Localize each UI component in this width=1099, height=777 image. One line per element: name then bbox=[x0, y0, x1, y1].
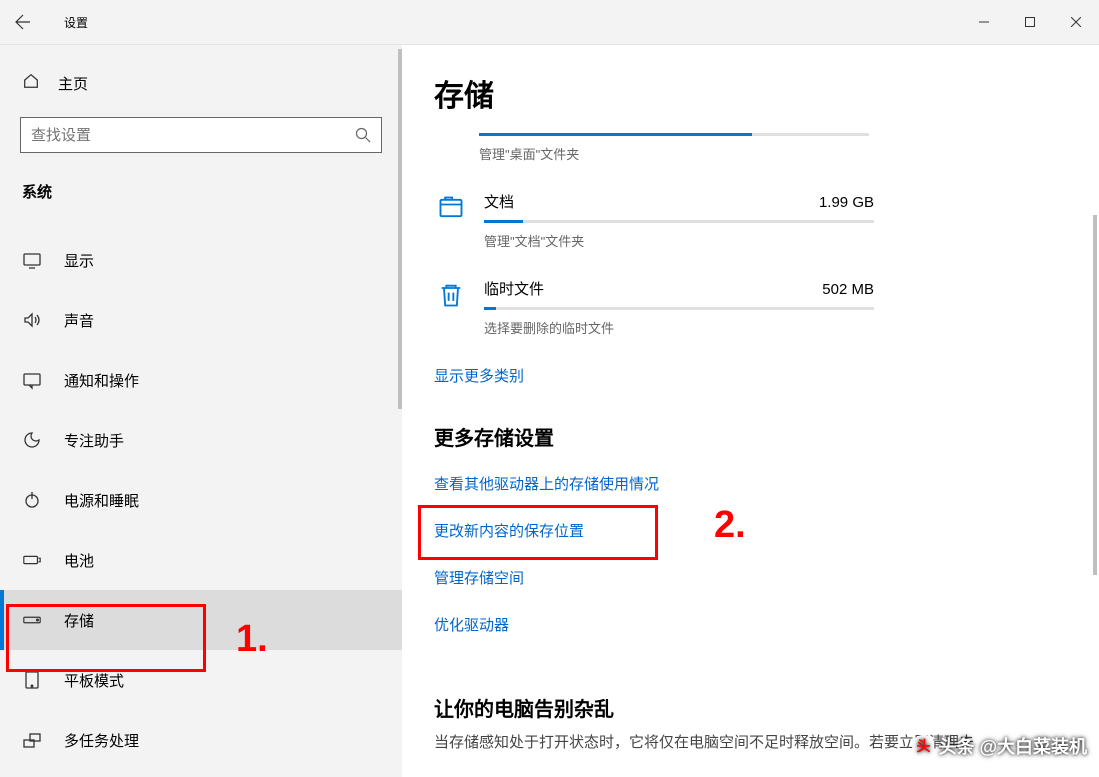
window-title: 设置 bbox=[64, 14, 88, 31]
page-title: 存储 bbox=[434, 71, 1099, 115]
content-scroll-thumb[interactable] bbox=[1093, 215, 1097, 575]
sidebar-item-display[interactable]: 显示 bbox=[0, 230, 402, 290]
sidebar-group-header: 系统 bbox=[0, 171, 402, 216]
watermark: 头 头条 @大白菜装机 bbox=[912, 733, 1087, 759]
more-storage-heading: 更多存储设置 bbox=[434, 422, 1099, 451]
sound-icon bbox=[22, 310, 42, 330]
multitask-icon bbox=[22, 730, 42, 750]
sidebar-item-label: 专注助手 bbox=[64, 430, 124, 451]
sidebar-item-label: 声音 bbox=[64, 310, 94, 331]
sidebar-nav: 显示 声音 通知和操作 bbox=[0, 216, 402, 770]
sidebar-home[interactable]: 主页 bbox=[0, 55, 402, 111]
search-field[interactable] bbox=[31, 127, 355, 144]
sidebar-home-label: 主页 bbox=[58, 73, 88, 94]
sidebar-item-storage[interactable]: 存储 bbox=[0, 590, 402, 650]
sidebar-item-label: 通知和操作 bbox=[64, 370, 139, 391]
notify-icon bbox=[22, 370, 42, 390]
search-input[interactable] bbox=[20, 117, 382, 153]
annotation-label-1: 1. bbox=[236, 618, 268, 661]
storage-item-temp[interactable]: 临时文件 502 MB 选择要删除的临时文件 bbox=[434, 278, 1099, 337]
focus-icon bbox=[22, 430, 42, 450]
close-button[interactable] bbox=[1053, 6, 1099, 38]
battery-icon bbox=[22, 550, 42, 570]
sidebar-item-tablet[interactable]: 平板模式 bbox=[0, 650, 402, 710]
storage-name: 临时文件 bbox=[484, 278, 544, 299]
maximize-button[interactable] bbox=[1007, 6, 1053, 38]
sidebar-item-focus[interactable]: 专注助手 bbox=[0, 410, 402, 470]
minimize-button[interactable] bbox=[961, 6, 1007, 38]
home-icon bbox=[22, 72, 40, 94]
search-icon bbox=[355, 127, 371, 143]
sidebar-item-label: 多任务处理 bbox=[64, 730, 139, 751]
sidebar-item-sound[interactable]: 声音 bbox=[0, 290, 402, 350]
declutter-heading: 让你的电脑告别杂乱 bbox=[434, 693, 1099, 722]
storage-desc: 管理"桌面"文件夹 bbox=[479, 144, 979, 163]
watermark-text: 头条 @大白菜装机 bbox=[938, 733, 1087, 759]
sidebar-item-power[interactable]: 电源和睡眠 bbox=[0, 470, 402, 530]
sidebar-item-notifications[interactable]: 通知和操作 bbox=[0, 350, 402, 410]
storage-desc: 选择要删除的临时文件 bbox=[484, 318, 984, 337]
tablet-icon bbox=[22, 670, 42, 690]
annotation-label-2: 2. bbox=[714, 504, 746, 547]
sidebar-item-label: 平板模式 bbox=[64, 670, 124, 691]
storage-item-desktop[interactable]: 管理"桌面"文件夹 bbox=[479, 125, 1099, 163]
storage-name: 文档 bbox=[484, 191, 514, 212]
trash-icon bbox=[434, 278, 468, 312]
back-button[interactable] bbox=[0, 0, 46, 45]
sidebar: 主页 系统 显示 bbox=[0, 45, 402, 777]
sidebar-item-label: 电池 bbox=[64, 550, 94, 571]
sidebar-item-label: 存储 bbox=[64, 610, 94, 631]
link-other-drives[interactable]: 查看其他驱动器上的存储使用情况 bbox=[434, 473, 1099, 494]
sidebar-item-multitask[interactable]: 多任务处理 bbox=[0, 710, 402, 770]
storage-icon bbox=[22, 610, 42, 630]
content-area: 存储 管理"桌面"文件夹 文档 1.99 GB 管理"文档"文件夹 bbox=[402, 45, 1099, 777]
sidebar-item-label: 显示 bbox=[64, 250, 94, 271]
display-icon bbox=[22, 250, 42, 270]
link-manage-storage[interactable]: 管理存储空间 bbox=[434, 567, 1099, 588]
declutter-description: 当存储感知处于打开状态时，它将仅在电脑空间不足时释放空间。若要立即清理未 bbox=[434, 732, 994, 755]
storage-size: 502 MB bbox=[822, 281, 874, 298]
storage-desc: 管理"文档"文件夹 bbox=[484, 231, 984, 250]
sidebar-item-battery[interactable]: 电池 bbox=[0, 530, 402, 590]
power-icon bbox=[22, 490, 42, 510]
storage-item-documents[interactable]: 文档 1.99 GB 管理"文档"文件夹 bbox=[434, 191, 1099, 250]
documents-icon bbox=[434, 191, 468, 225]
show-more-link[interactable]: 显示更多类别 bbox=[434, 365, 1099, 386]
link-optimize-drives[interactable]: 优化驱动器 bbox=[434, 614, 1099, 635]
sidebar-item-label: 电源和睡眠 bbox=[64, 490, 139, 511]
storage-size: 1.99 GB bbox=[819, 194, 874, 211]
watermark-icon: 头 bbox=[912, 735, 934, 757]
link-change-save-location[interactable]: 更改新内容的保存位置 bbox=[434, 520, 1099, 541]
